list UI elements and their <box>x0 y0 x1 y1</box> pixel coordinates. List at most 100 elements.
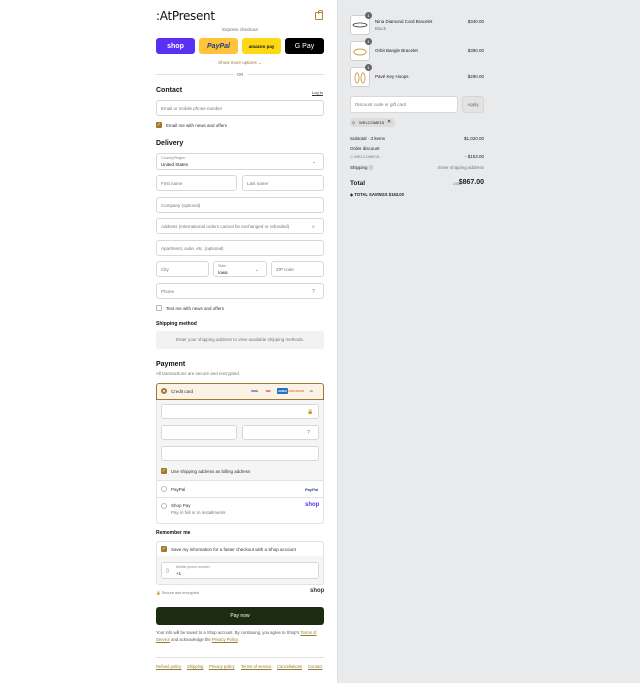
cancellations-link[interactable]: Cancellations <box>277 664 302 669</box>
apartment-field[interactable]: Apartment, suite, etc. (optional) <box>156 240 324 256</box>
chevron-down-icon: ⌄ <box>255 267 260 273</box>
divider <box>156 657 324 658</box>
state-value: Iowa <box>218 270 228 275</box>
mobile-phone-label: Mobile phone number <box>176 565 210 569</box>
secure-text: Secure and encrypted <box>161 591 199 595</box>
apartment-placeholder: Apartment, suite, etc. (optional) <box>161 245 224 251</box>
shop-logo: shop <box>310 588 325 594</box>
zip-placeholder: ZIP code <box>276 266 294 272</box>
privacy-policy-link[interactable]: Privacy policy <box>209 664 235 669</box>
login-link[interactable]: Log in <box>312 90 323 95</box>
total-label: Total <box>350 180 366 187</box>
quantity-badge: 1 <box>365 12 372 19</box>
discover-icon: DISCOVER <box>288 389 305 393</box>
email-news-label: Email me with news and offers <box>166 123 227 128</box>
discount-value: - $153.00 <box>464 154 484 159</box>
paypal-label: PayPal <box>171 487 186 492</box>
legal-text: Your info will be saved to a Shop accoun… <box>156 630 324 643</box>
text-news-checkbox[interactable] <box>156 305 162 311</box>
pay-now-button[interactable]: Pay now <box>156 607 324 625</box>
security-code-field[interactable]: ? <box>242 425 319 440</box>
total-value: $867.00 <box>458 179 484 186</box>
item-name: Orbit Bangle Bracelet <box>375 48 418 53</box>
city-field[interactable]: City <box>156 261 209 277</box>
savings-row: ◈ TOTAL SAVINGS $153.00 <box>350 192 404 197</box>
mobile-phone-value: +1 <box>176 571 182 576</box>
country-value: United States <box>161 162 189 167</box>
discount-placeholder: Discount code or gift card <box>355 102 407 107</box>
expiration-date-field[interactable] <box>161 425 237 440</box>
save-info-checkbox[interactable]: ✓ <box>161 546 167 552</box>
shop-pay-button[interactable]: shop <box>156 38 195 54</box>
google-pay-button[interactable]: G Pay <box>285 38 324 54</box>
phone-field[interactable]: Phone ? <box>156 283 324 299</box>
country-label: Country/Region <box>161 156 186 160</box>
shop-pay-subtitle: Pay in full or in installments <box>171 510 226 515</box>
help-icon[interactable]: ⓘ <box>369 165 374 170</box>
refund-policy-link[interactable]: Refund policy <box>156 664 181 669</box>
discount-code-field[interactable]: Discount code or gift card <box>350 96 458 113</box>
mobile-phone-icon: ▯ <box>166 568 169 574</box>
delivery-heading: Delivery <box>156 140 184 147</box>
amazon-pay-button[interactable]: amazon pay <box>242 38 281 54</box>
company-field[interactable]: Company (optional) <box>156 197 324 213</box>
contact-link[interactable]: Contact <box>308 664 322 669</box>
address-field[interactable]: Address (International orders cannot be … <box>156 218 324 234</box>
privacy-link[interactable]: Privacy Policy <box>212 637 238 642</box>
credit-card-radio[interactable] <box>161 388 167 394</box>
secure-label: 🔒 Secure and encrypted <box>156 591 199 595</box>
contact-heading: Contact <box>156 87 183 94</box>
shipping-label-row: Shipping ⓘ <box>350 165 373 171</box>
lock-icon: 🔒 <box>307 409 314 415</box>
subtotal-value: $1,020.00 <box>463 136 484 141</box>
terms-of-service-link[interactable]: Terms of service <box>241 664 271 669</box>
paypal-button[interactable]: PayPal <box>199 38 238 54</box>
name-on-card-field[interactable] <box>161 446 319 461</box>
payment-subtitle: All transactions are secure and encrypte… <box>156 371 241 376</box>
card-number-field[interactable]: 🔒 <box>161 404 319 419</box>
amex-icon: AMEX <box>277 388 288 394</box>
state-label: State <box>218 264 227 268</box>
help-icon[interactable]: ? <box>312 289 318 295</box>
last-name-field[interactable]: Last name <box>242 175 324 191</box>
zip-field[interactable]: ZIP code <box>271 261 324 277</box>
item-price: $340.00 <box>467 19 484 24</box>
show-more-options-link[interactable]: Show more options ⌄ <box>156 60 324 66</box>
chevron-down-icon: ⌄ <box>312 159 317 165</box>
store-logo[interactable]: :AtPresent <box>156 9 215 23</box>
credit-card-label: Credit card <box>171 389 194 394</box>
mobile-phone-field[interactable]: ▯ Mobile phone number +1 <box>161 562 319 579</box>
divider <box>157 480 323 481</box>
country-select[interactable]: Country/Region United States ⌄ <box>156 153 324 170</box>
state-select[interactable]: State Iowa ⌄ <box>213 261 267 277</box>
shipping-method-heading: Shipping method <box>156 321 197 327</box>
legal-text-1: Your info will be saved to a Shop accoun… <box>156 630 301 635</box>
quantity-badge: 1 <box>365 64 372 71</box>
phone-placeholder: Phone <box>161 288 175 294</box>
billing-same-label: Use shipping address as billing address <box>171 469 251 474</box>
shopping-bag-icon[interactable] <box>315 10 323 20</box>
item-variant: Black <box>375 26 387 31</box>
help-icon[interactable]: ? <box>307 430 313 436</box>
shipping-link[interactable]: Shipping <box>187 664 203 669</box>
billing-same-checkbox[interactable]: ✓ <box>161 468 167 474</box>
first-name-field[interactable]: First name <box>156 175 237 191</box>
savings-label: TOTAL SAVINGS <box>354 192 388 197</box>
remove-discount-icon[interactable]: ✕ <box>387 119 391 125</box>
tag-icon: ◈ <box>350 192 354 197</box>
order-discount-label: Order discount <box>350 146 380 151</box>
product-thumbnail: 1 <box>350 12 372 35</box>
paypal-radio[interactable] <box>161 486 167 492</box>
express-checkout-label: Express checkout <box>222 27 258 32</box>
shop-pay-radio[interactable] <box>161 503 167 509</box>
email-placeholder: Email or mobile phone number <box>161 105 223 111</box>
item-price: $290.00 <box>467 74 484 79</box>
product-thumbnail: 1 <box>350 38 372 61</box>
divider <box>157 497 323 498</box>
more-cards-badge: +5 <box>309 389 313 393</box>
email-news-checkbox[interactable]: ✓ <box>156 122 162 128</box>
email-field[interactable]: Email or mobile phone number <box>156 100 324 116</box>
address-placeholder: Address (International orders cannot be … <box>161 223 290 229</box>
apply-button[interactable]: Apply <box>462 96 484 113</box>
discount-code-row: ◇ WELCOME15 <box>350 154 380 159</box>
